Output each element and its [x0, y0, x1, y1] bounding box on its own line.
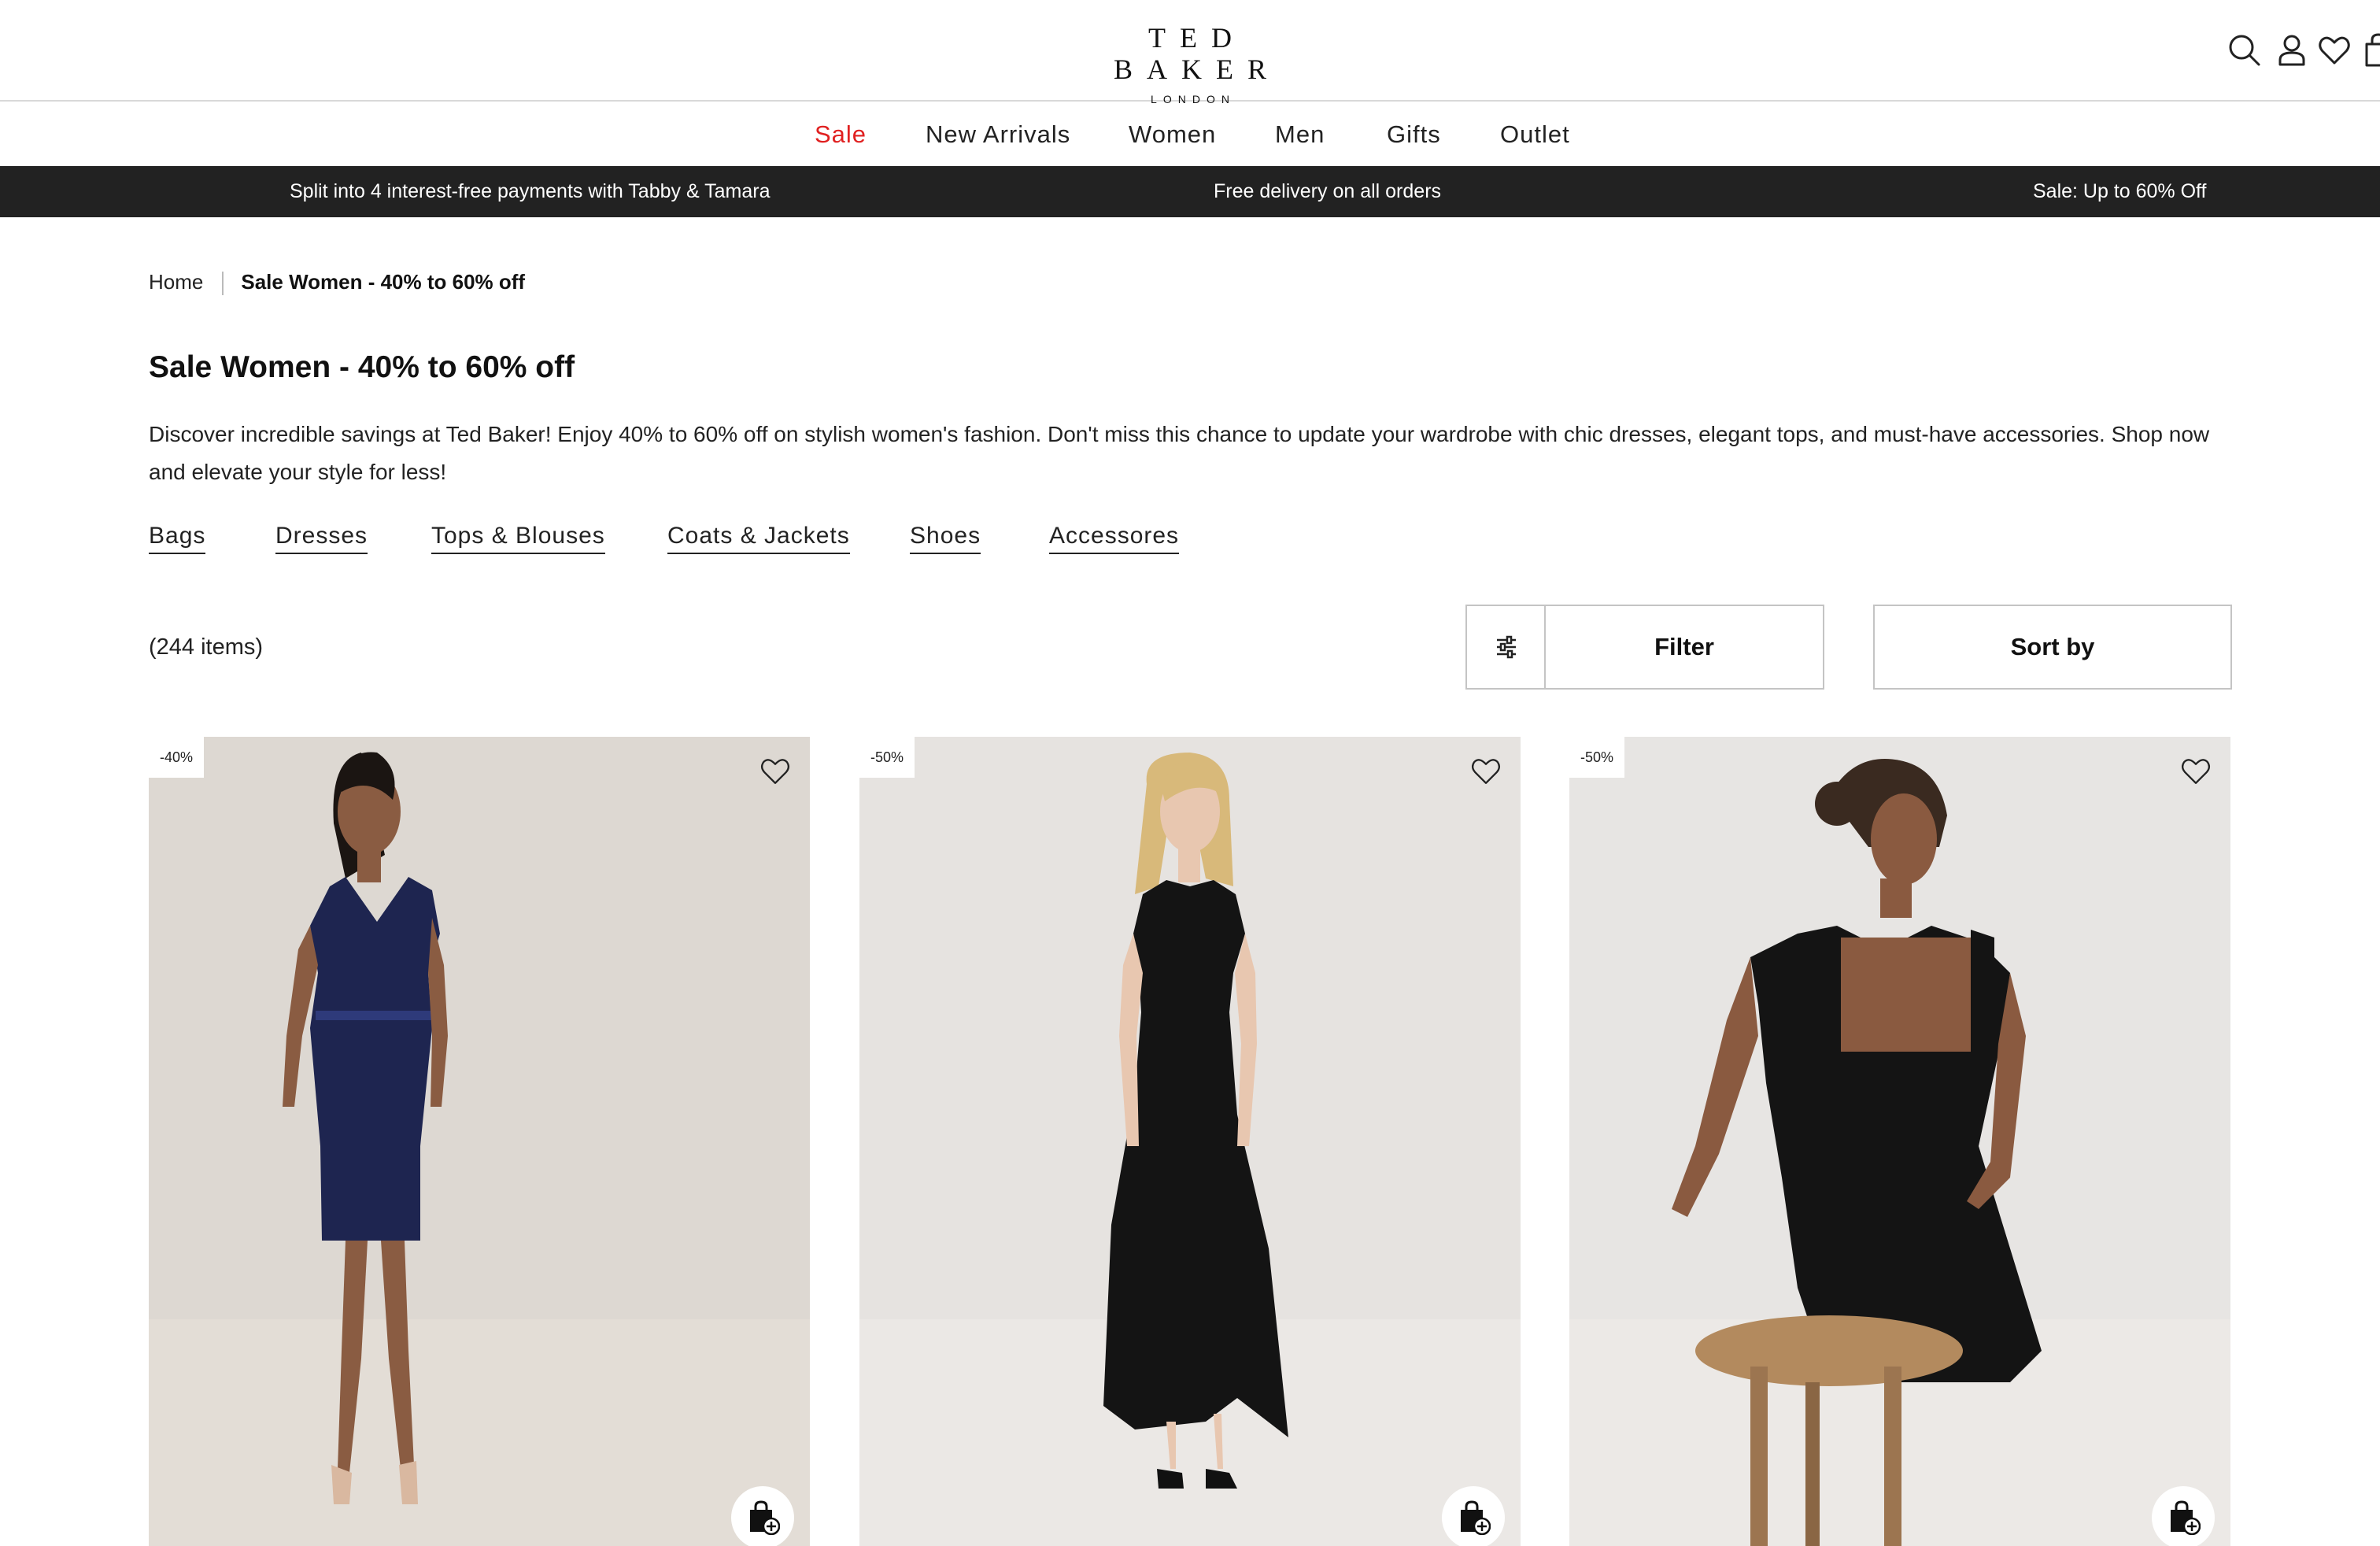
subcategory-tops-blouses[interactable]: Tops & Blouses — [431, 520, 605, 554]
search-icon[interactable] — [2224, 30, 2265, 71]
discount-badge: -40% — [149, 737, 204, 778]
page-description: Discover incredible savings at Ted Baker… — [149, 422, 2210, 484]
add-to-bag-icon — [2171, 1500, 2201, 1535]
nav-item-women[interactable]: Women — [1129, 103, 1216, 166]
nav-item-outlet[interactable]: Outlet — [1500, 103, 1570, 166]
page-title: Sale Women - 40% to 60% off — [149, 350, 575, 384]
subcategory-dresses[interactable]: Dresses — [275, 520, 368, 554]
item-count: (244 items) — [149, 634, 264, 660]
product-card[interactable]: -50% — [1569, 737, 2230, 1546]
brand-logo[interactable]: TED BAKER LONDON — [1086, 22, 1294, 105]
promo-delivery[interactable]: Free delivery on all orders — [1214, 166, 1441, 217]
nav-item-sale[interactable]: Sale — [815, 103, 867, 166]
nav-item-gifts[interactable]: Gifts — [1387, 103, 1441, 166]
subcategory-accessories[interactable]: Accessores — [1049, 520, 1180, 554]
main-nav: Sale New Arrivals Women Men Gifts Outlet — [0, 103, 2380, 166]
nav-item-new-arrivals[interactable]: New Arrivals — [926, 103, 1070, 166]
heart-icon[interactable] — [756, 753, 794, 790]
product-card[interactable]: -40% — [149, 737, 810, 1546]
account-icon[interactable] — [2271, 30, 2312, 71]
add-to-bag-icon — [1461, 1500, 1491, 1535]
add-to-bag-button[interactable] — [1442, 1486, 1505, 1546]
breadcrumb-current: Sale Women - 40% to 60% off — [241, 270, 526, 294]
subcategory-bags[interactable]: Bags — [149, 520, 206, 554]
add-to-bag-button[interactable] — [731, 1486, 794, 1546]
add-to-bag-icon — [750, 1500, 780, 1535]
promo-payments[interactable]: Split into 4 interest-free payments with… — [290, 166, 771, 217]
nav-item-men[interactable]: Men — [1275, 103, 1325, 166]
add-to-bag-button[interactable] — [2152, 1486, 2215, 1546]
sliders-icon — [1497, 635, 1516, 659]
heart-icon[interactable] — [1467, 753, 1505, 790]
breadcrumb-home[interactable]: Home — [149, 270, 203, 294]
wishlist-icon[interactable] — [2314, 30, 2355, 71]
bag-icon[interactable] — [2358, 30, 2380, 71]
subcategory-shoes[interactable]: Shoes — [910, 520, 981, 554]
promo-bar: Split into 4 interest-free payments with… — [0, 166, 2380, 217]
promo-sale[interactable]: Sale: Up to 60% Off — [2033, 166, 2207, 217]
discount-badge: -50% — [1569, 737, 1624, 778]
product-image[interactable] — [859, 737, 1521, 1546]
product-card[interactable]: -50% — [859, 737, 1521, 1546]
site-header: TED BAKER LONDON — [0, 0, 2380, 105]
brand-name: TED BAKER — [1113, 22, 1281, 85]
sort-by-button[interactable]: Sort by — [1873, 605, 2232, 690]
product-image[interactable] — [149, 737, 810, 1546]
product-image[interactable] — [1569, 737, 2230, 1546]
breadcrumb-divider — [222, 272, 224, 296]
filter-icon-box[interactable] — [1467, 606, 1546, 688]
subcategory-coats-jackets[interactable]: Coats & Jackets — [667, 520, 850, 554]
heart-icon[interactable] — [2177, 753, 2215, 790]
breadcrumb: Home Sale Women - 40% to 60% off — [149, 268, 525, 296]
discount-badge: -50% — [859, 737, 915, 778]
filter-label: Filter — [1654, 633, 1714, 660]
filter-button[interactable]: Filter — [1465, 605, 1824, 690]
